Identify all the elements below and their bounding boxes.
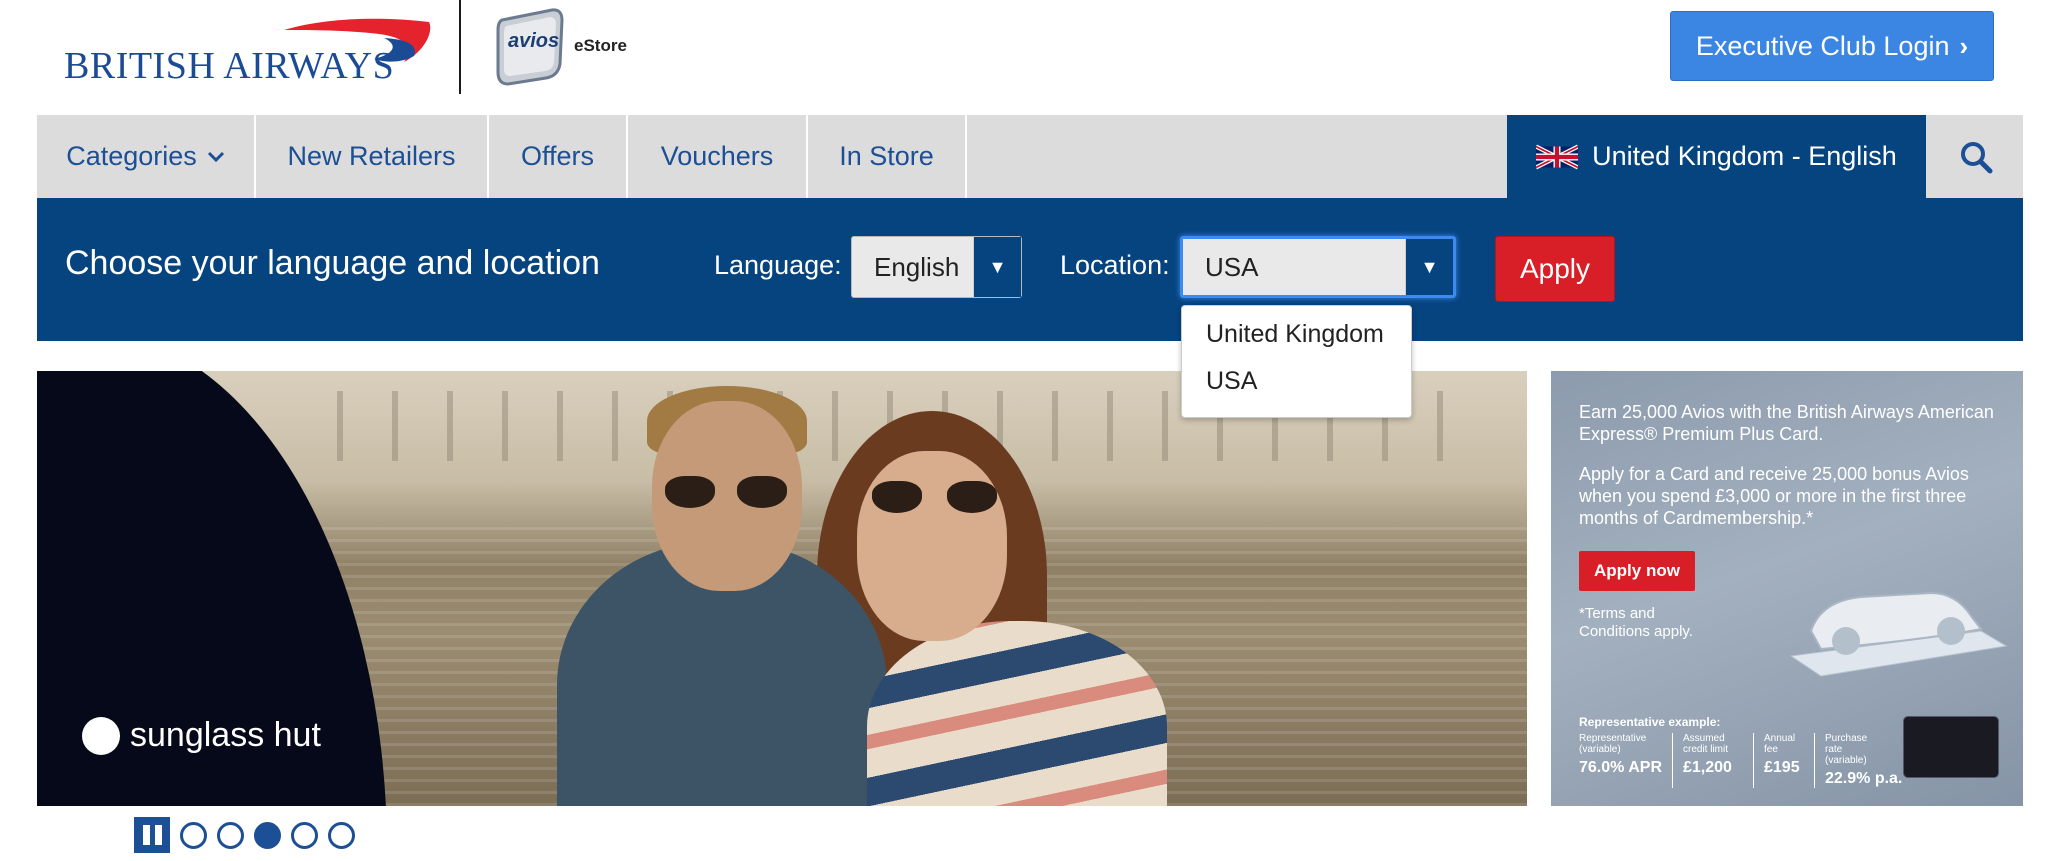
ad-rep-col: Annual fee £195 [1764, 733, 1815, 788]
amex-card-icon [1903, 716, 1999, 778]
nav-new-retailers-label: New Retailers [287, 141, 456, 171]
apply-button-label: Apply [1519, 253, 1591, 284]
sunglasses-icon [872, 481, 922, 513]
ad-rep-heading: Representative (variable) [1579, 733, 1647, 755]
car-illustration-icon [1789, 591, 2008, 677]
ad-rep-value: 76.0% APR [1579, 759, 1662, 776]
location-option-usa[interactable]: USA [1206, 367, 1257, 396]
language-location-title: Choose your language and location [65, 244, 600, 282]
header-divider [459, 0, 461, 94]
locale-label: United Kingdom - English [1592, 141, 1897, 171]
nav-in-store[interactable]: In Store [808, 115, 967, 198]
model-woman-face [857, 451, 1007, 641]
nav-categories-label: Categories [66, 141, 197, 171]
location-label: Location: [1060, 250, 1170, 280]
ad-headline: Earn 25,000 Avios with the British Airwa… [1579, 402, 1994, 444]
nav-vouchers-label: Vouchers [660, 141, 774, 171]
executive-club-login-label: Executive Club Login [1695, 30, 1950, 61]
language-label: Language: [714, 250, 842, 280]
location-option-united-kingdom[interactable]: United Kingdom [1206, 320, 1384, 349]
search-icon [1960, 141, 1992, 173]
nav-offers[interactable]: Offers [489, 115, 628, 198]
nav-vouchers[interactable]: Vouchers [628, 115, 808, 198]
ad-rep-value: £1,200 [1683, 759, 1732, 776]
carousel-dot-3[interactable] [254, 821, 281, 849]
sunglasses-icon [737, 476, 787, 508]
language-select-value: English [874, 251, 960, 282]
carousel-dot-1[interactable] [180, 821, 207, 849]
carousel-dot-4[interactable] [291, 821, 318, 849]
sunglass-hut-dot-icon [82, 716, 120, 755]
hero-banner[interactable]: sunglass hut [37, 371, 1527, 806]
caret-down-icon: ▼ [973, 237, 1021, 297]
executive-club-login-button[interactable]: Executive Club Login › [1670, 11, 1994, 81]
ad-representative-title: Representative example: [1579, 715, 1721, 729]
ad-rep-heading: Annual fee [1764, 733, 1796, 755]
ad-rep-col: Assumed credit limit £1,200 [1683, 733, 1754, 788]
pause-icon[interactable] [134, 817, 170, 853]
amex-promo-ad[interactable]: Earn 25,000 Avios with the British Airwa… [1551, 371, 2023, 806]
ad-apply-now-label: Apply now [1594, 561, 1680, 580]
main-nav: Categories New Retailers Offers Vouchers… [37, 115, 2023, 198]
sunglass-hut-text: sunglass hut [130, 716, 321, 754]
nav-new-retailers[interactable]: New Retailers [256, 115, 489, 198]
location-select[interactable]: USA ▼ [1180, 236, 1456, 298]
locale-selector[interactable]: United Kingdom - English [1507, 115, 1926, 198]
nav-in-store-label: In Store [839, 141, 934, 171]
ad-rep-heading: Assumed credit limit [1683, 733, 1729, 755]
ad-representative-table: Representative (variable) 76.0% APR Assu… [1579, 733, 1922, 788]
nav-categories[interactable]: Categories [37, 115, 256, 198]
apply-button[interactable]: Apply [1495, 236, 1615, 302]
avios-estore-logo[interactable]: avios eStore [490, 6, 640, 86]
language-select[interactable]: English ▼ [851, 236, 1022, 298]
chevron-down-icon [207, 151, 224, 162]
sunglasses-icon [947, 481, 997, 513]
uk-flag-icon [1536, 144, 1579, 169]
ad-rep-heading: Purchase rate (variable) [1825, 733, 1868, 766]
ad-apply-now-button[interactable]: Apply now [1579, 551, 1695, 591]
avios-wordmark: avios [508, 30, 560, 52]
caret-down-icon: ▼ [1405, 239, 1453, 295]
ad-rep-col: Representative (variable) 76.0% APR [1579, 733, 1673, 788]
search-button[interactable] [1928, 115, 2023, 198]
sunglass-hut-logo: sunglass hut [82, 716, 321, 755]
site-header: BRITISH AIRWAYS avios eStore Executive C… [0, 0, 2048, 115]
ad-terms: *Terms and Conditions apply. [1579, 605, 1693, 640]
ad-rep-col: Purchase rate (variable) 22.9% p.a. [1825, 733, 1912, 788]
nav-offers-label: Offers [520, 141, 595, 171]
ad-rep-value: £195 [1764, 759, 1800, 776]
sunglasses-icon [665, 476, 715, 508]
language-location-bar: Choose your language and location Langua… [37, 198, 2023, 341]
chevron-right-icon: › [1959, 30, 1969, 61]
ad-rep-value: 22.9% p.a. [1825, 770, 1903, 787]
british-airways-logo[interactable]: BRITISH AIRWAYS [64, 8, 444, 88]
carousel-controls [134, 815, 355, 855]
estore-label: eStore [574, 36, 627, 55]
ad-body: Apply for a Card and receive 25,000 bonu… [1579, 464, 1969, 528]
carousel-dot-5[interactable] [328, 821, 355, 849]
location-dropdown-menu: United Kingdom USA [1181, 305, 1412, 418]
location-select-value: USA [1205, 251, 1259, 282]
speedmarque-icon [284, 18, 431, 63]
carousel-dot-2[interactable] [217, 821, 244, 849]
